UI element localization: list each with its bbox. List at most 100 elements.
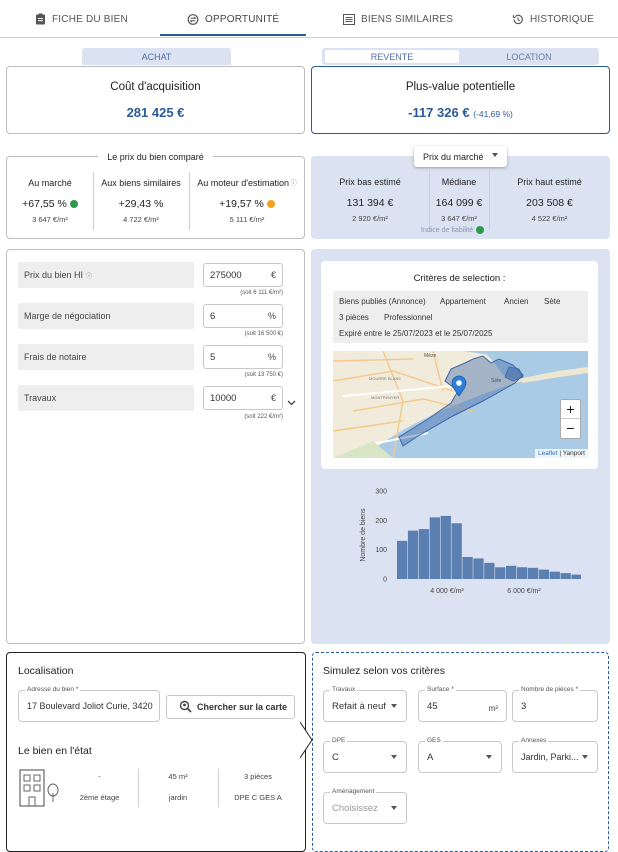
chevron-down-icon (391, 704, 397, 708)
reliability-dot-green (476, 226, 485, 234)
travaux-select[interactable]: Travaux Refait à neuf (323, 686, 407, 722)
top-navigation: FICHE DU BIEN OPPORTUNITÉ BIENS SIMILAIR… (0, 0, 618, 38)
active-tab-indicator (160, 34, 306, 36)
compare-market-label: Au marché (28, 178, 72, 188)
negotiation-hint: (soit 16 500 €) (244, 331, 283, 337)
surface-input[interactable]: Surface * 45 m² (418, 686, 507, 722)
acquisition-value: 281 425 € (126, 105, 185, 120)
tab-fiche-du-bien[interactable]: FICHE DU BIEN (34, 0, 128, 38)
map-pin-icon[interactable] (451, 375, 467, 402)
chevron-down-icon (486, 755, 492, 759)
tab-opportunite[interactable]: OPPORTUNITÉ (187, 0, 279, 38)
etat-title: Le bien en l'état (18, 745, 92, 757)
histogram-bar (506, 565, 517, 579)
date-range: Expiré entre le 25/07/2023 et le 25/07/2… (339, 329, 493, 338)
market-low-sqm: 2 920 €/m² (352, 214, 388, 223)
floor-value: 2ème étage (79, 793, 120, 802)
histogram-bar (451, 523, 462, 579)
map-search-icon (179, 700, 192, 715)
negotiation-margin-label: Marge de négociation (18, 303, 194, 329)
chip: Sète (544, 297, 561, 306)
criteria-card: Critères de selection : Biens publiés (A… (321, 261, 598, 469)
market-high-sqm: 4 522 €/m² (531, 214, 568, 223)
y-tick-label: 300 (375, 489, 387, 496)
acquisition-cost-card: Coût d'acquisition 281 425 € (6, 66, 305, 134)
ges-select[interactable]: GES A (418, 737, 502, 773)
rooms-input[interactable]: Nombre de pièces * 3 (512, 686, 598, 722)
simulate-title: Simulez selon vos critères (323, 665, 445, 677)
works-input[interactable]: 10000 € (203, 386, 283, 410)
histogram-bar (571, 574, 581, 579)
market-median-sqm: 3 647 €/m² (441, 214, 477, 223)
percent-unit: % (267, 311, 276, 321)
chevron-down-icon (391, 806, 397, 810)
works-label: Travaux (18, 385, 194, 411)
criteria-title: Critères de selection : (413, 273, 506, 284)
compare-engine-sqm: 5 111 €/m² (229, 215, 265, 224)
compare-engine-pct: +19,57 % (189, 198, 305, 210)
search-on-map-button[interactable]: Chercher sur la carte (166, 695, 295, 719)
reliability-dot-green (69, 200, 78, 209)
revente-option[interactable]: REVENTE (325, 50, 459, 63)
building-icon (19, 768, 49, 813)
plus-value-amount: -117 326 € (-41,69 %) (312, 105, 609, 120)
achat-toggle[interactable]: ACHAT (82, 48, 231, 65)
map[interactable]: Mèze Sète MOURRE BLANC MONTPENYER + − Le… (333, 351, 588, 458)
map-attribution: Leaflet | Yanport (534, 449, 588, 458)
tree-icon (47, 783, 59, 808)
notary-fees-input[interactable]: 5% (203, 345, 283, 369)
market-low-label: Prix bas estimé (339, 177, 401, 187)
tab-label: HISTORIQUE (530, 13, 595, 25)
percent-unit: % (267, 352, 276, 362)
exchange-icon (187, 13, 199, 25)
notary-hint: (soit 13 750 €) (244, 372, 283, 378)
plus-value-card: Plus-value potentielle -117 326 € (-41,6… (311, 66, 610, 134)
notary-fees-label: Frais de notaire (18, 344, 194, 370)
tab-label: OPPORTUNITÉ (205, 13, 280, 25)
leaflet-link[interactable]: Leaflet (538, 450, 558, 457)
amenagement-select[interactable]: Aménagement Choisissez (323, 788, 407, 824)
euro-unit: € (270, 270, 276, 280)
annexes-select[interactable]: Annexes Jardin, Parki... (512, 737, 598, 773)
chevron-down-icon[interactable] (287, 393, 296, 411)
x-tick-label: 4 000 €/m² (430, 588, 464, 595)
criteria-chips: Biens publiés (Annonce) Appartement Anci… (333, 291, 588, 343)
dpe-select[interactable]: DPE C (323, 737, 407, 773)
price-input[interactable]: 275000 € (203, 263, 283, 287)
histogram-bar (407, 530, 419, 579)
plus-value-percent: (-41,69 %) (473, 109, 513, 119)
histogram-bar (418, 529, 430, 579)
chip: Ancien (504, 297, 529, 306)
y-tick-label: 0 (383, 577, 387, 584)
market-high-label: Prix haut estimé (517, 177, 582, 187)
chevron-down-icon (582, 755, 588, 759)
zoom-in-button[interactable]: + (561, 400, 580, 419)
chip: 3 pièces (339, 313, 369, 322)
clipboard-icon (34, 13, 46, 25)
garden-value: jardin (168, 793, 188, 802)
negotiation-margin-input[interactable]: 6% (203, 304, 283, 328)
reliability-index: Indice de fiabilité (421, 226, 485, 234)
histogram-bar (538, 569, 549, 579)
tab-biens-similaires[interactable]: BIENS SIMILAIRES (343, 0, 453, 38)
price-form-card: Prix du bien HI ⓘ 275000 € (soit 6 111 €/m… (6, 249, 305, 644)
zoom-out-button[interactable]: − (561, 419, 580, 438)
simulation-card: Simulez selon vos critères Travaux Refai… (312, 652, 609, 852)
address-field[interactable]: Adresse du bien * 17 Boulevard Joliot Cu… (18, 686, 160, 722)
info-icon[interactable]: ⓘ (289, 181, 297, 187)
location-option[interactable]: LOCATION (462, 50, 596, 63)
market-type-dropdown[interactable]: Prix du marché (414, 146, 507, 167)
floor-top: - (98, 772, 101, 781)
info-icon[interactable]: ⓘ (86, 271, 92, 280)
tab-historique[interactable]: HISTORIQUE (512, 0, 594, 38)
histogram-bar (549, 571, 560, 579)
map-label: MOURRE BLANC (369, 376, 402, 381)
histogram-bar (440, 515, 451, 579)
histogram-bar (527, 567, 539, 579)
zoom-controls: + − (560, 399, 581, 439)
chip: Appartement (440, 297, 486, 306)
compare-market-sqm: 3 647 €/m² (32, 215, 68, 224)
revente-location-toggle: REVENTE LOCATION (322, 48, 599, 65)
works-hint: (soit 222 €/m²) (244, 414, 283, 420)
map-label: MONTPENYER (371, 395, 400, 400)
